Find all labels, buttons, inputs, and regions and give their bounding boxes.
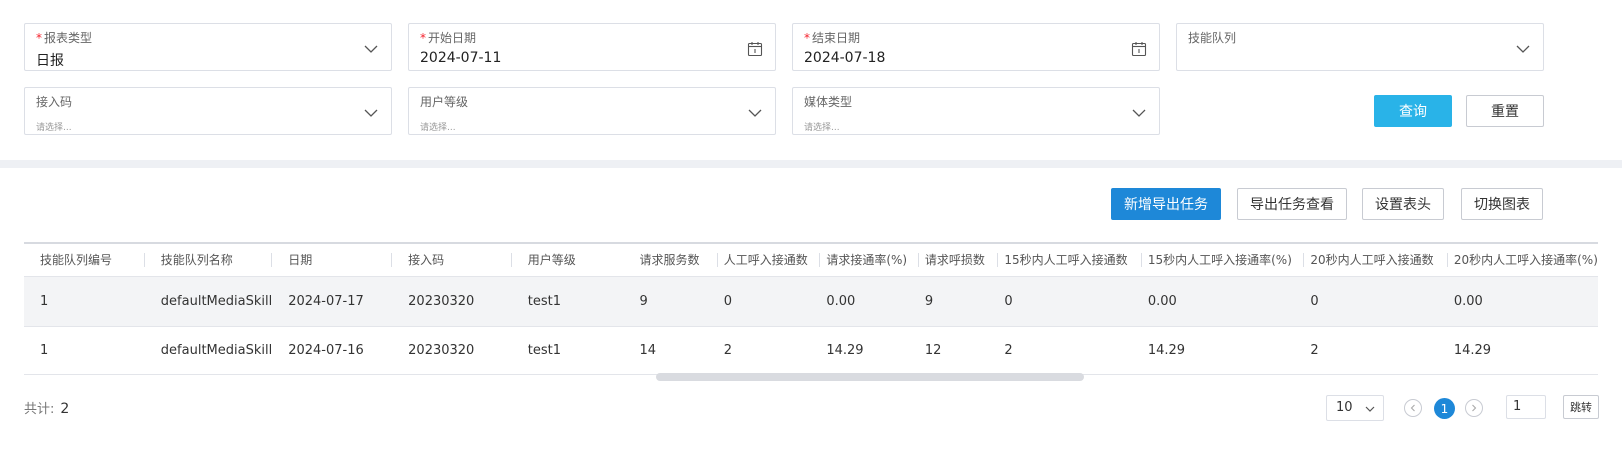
column-header[interactable]: 15秒内人工呼入接通率(%)	[1141, 244, 1305, 277]
skill-queue-select[interactable]: 技能队列	[1176, 23, 1544, 71]
cell-access-code: 20230320	[392, 276, 512, 327]
filter-panel: * 报表类型 日报 * 开始日期 2024-07-11 * 结束日期 2024-07-…	[0, 0, 1622, 160]
media-type-label: 媒体类型	[804, 95, 853, 109]
results-panel: 新增导出任务 导出任务查看 设置表头 切换图表 技能队列编号 技能队列名称 日期…	[0, 168, 1622, 460]
cell-lost-calls: 9	[918, 276, 999, 327]
chevron-down-icon	[1516, 45, 1530, 53]
required-mark: *	[420, 31, 426, 45]
cell-queue-id: 1	[24, 276, 145, 327]
user-level-placeholder: 请选择...	[420, 123, 456, 133]
start-date-label: * 开始日期	[420, 31, 477, 45]
column-header[interactable]: 请求呼损数	[918, 244, 999, 277]
table-row[interactable]: 1 defaultMediaSkill 2024-07-17 20230320 …	[24, 276, 1598, 327]
horizontal-scrollbar[interactable]	[656, 373, 1084, 381]
access-code-label: 接入码	[36, 95, 73, 109]
data-table: 技能队列编号 技能队列名称 日期 接入码 用户等级 请求服务数 人工呼入接通数 …	[24, 242, 1598, 376]
table-header-row: 技能队列编号 技能队列名称 日期 接入码 用户等级 请求服务数 人工呼入接通数 …	[24, 244, 1598, 277]
cell-manual-connected: 2	[717, 326, 821, 375]
cell-user-level: test1	[511, 276, 640, 327]
cell-connect-rate: 0.00	[820, 276, 919, 327]
column-header[interactable]: 20秒内人工呼入接通率(%)	[1447, 244, 1598, 277]
chevron-down-icon	[1365, 406, 1375, 412]
view-export-tasks-button[interactable]: 导出任务查看	[1237, 188, 1347, 220]
cell-queue-id: 1	[24, 326, 145, 375]
skill-queue-label: 技能队列	[1188, 31, 1237, 45]
total-count: 共计: 2	[24, 401, 70, 417]
cell-connected-15s: 0	[998, 276, 1142, 327]
cell-connected-20s: 0	[1304, 276, 1448, 327]
switch-chart-button[interactable]: 切换图表	[1461, 188, 1543, 220]
cell-manual-connected: 0	[717, 276, 821, 327]
cell-rate-20s: 0.00	[1447, 276, 1598, 327]
cell-rate-20s: 14.29	[1447, 326, 1598, 375]
column-header[interactable]: 请求接通率(%)	[820, 244, 919, 277]
user-level-select[interactable]: 用户等级 请选择...	[408, 87, 776, 135]
calendar-icon[interactable]	[747, 41, 763, 57]
column-header[interactable]: 日期	[272, 244, 393, 277]
cell-connected-15s: 2	[998, 326, 1142, 375]
cell-rate-15s: 0.00	[1141, 276, 1305, 327]
column-header[interactable]: 接入码	[392, 244, 512, 277]
cell-connect-rate: 14.29	[820, 326, 919, 375]
user-level-label: 用户等级	[420, 95, 469, 109]
report-type-value: 日报	[36, 53, 64, 69]
cell-date: 2024-07-16	[272, 326, 393, 375]
cell-requests: 9	[639, 276, 718, 327]
end-date-label: * 结束日期	[804, 31, 861, 45]
column-header[interactable]: 用户等级	[511, 244, 640, 277]
chevron-down-icon	[364, 45, 378, 53]
end-date-picker[interactable]: * 结束日期 2024-07-18	[792, 23, 1160, 71]
jump-page-input[interactable]: 1	[1506, 395, 1546, 419]
cell-access-code: 20230320	[392, 326, 512, 375]
cell-user-level: test1	[511, 326, 640, 375]
start-date-picker[interactable]: * 开始日期 2024-07-11	[408, 23, 776, 71]
calendar-icon[interactable]	[1131, 41, 1147, 57]
access-code-placeholder: 请选择...	[36, 123, 72, 133]
new-export-task-button[interactable]: 新增导出任务	[1111, 188, 1221, 220]
set-table-header-button[interactable]: 设置表头	[1362, 188, 1444, 220]
next-page-button[interactable]	[1465, 399, 1483, 417]
page-number-current[interactable]: 1	[1434, 398, 1455, 419]
cell-requests: 14	[639, 326, 718, 375]
end-date-value: 2024-07-18	[804, 50, 886, 66]
cell-queue-name: defaultMediaSkill	[144, 326, 273, 375]
cell-date: 2024-07-17	[272, 276, 393, 327]
cell-lost-calls: 12	[918, 326, 999, 375]
start-date-value: 2024-07-11	[420, 50, 502, 66]
column-header[interactable]: 15秒内人工呼入接通数	[998, 244, 1142, 277]
column-header[interactable]: 技能队列编号	[24, 244, 145, 277]
query-button[interactable]: 查询	[1374, 95, 1452, 127]
media-type-select[interactable]: 媒体类型 请选择...	[792, 87, 1160, 135]
access-code-select[interactable]: 接入码 请选择...	[24, 87, 392, 135]
report-type-select[interactable]: * 报表类型 日报	[24, 23, 392, 71]
column-header[interactable]: 人工呼入接通数	[717, 244, 821, 277]
report-type-label: * 报表类型	[36, 31, 93, 45]
chevron-right-icon	[1472, 404, 1477, 412]
cell-connected-20s: 2	[1304, 326, 1448, 375]
chevron-down-icon	[364, 109, 378, 117]
page-size-select[interactable]: 10	[1326, 395, 1384, 421]
total-count-value: 2	[60, 401, 70, 417]
chevron-down-icon	[748, 109, 762, 117]
column-header[interactable]: 请求服务数	[639, 244, 718, 277]
reset-button[interactable]: 重置	[1466, 95, 1544, 127]
cell-rate-15s: 14.29	[1141, 326, 1305, 375]
prev-page-button[interactable]	[1404, 399, 1422, 417]
cell-queue-name: defaultMediaSkill	[144, 276, 273, 327]
column-header[interactable]: 技能队列名称	[144, 244, 273, 277]
chevron-down-icon	[1132, 109, 1146, 117]
required-mark: *	[36, 31, 42, 45]
required-mark: *	[804, 31, 810, 45]
chevron-left-icon	[1410, 404, 1415, 412]
column-header[interactable]: 20秒内人工呼入接通数	[1304, 244, 1448, 277]
media-type-placeholder: 请选择...	[804, 123, 840, 133]
jump-button[interactable]: 跳转	[1563, 395, 1599, 419]
table-row[interactable]: 1 defaultMediaSkill 2024-07-16 20230320 …	[24, 326, 1598, 375]
